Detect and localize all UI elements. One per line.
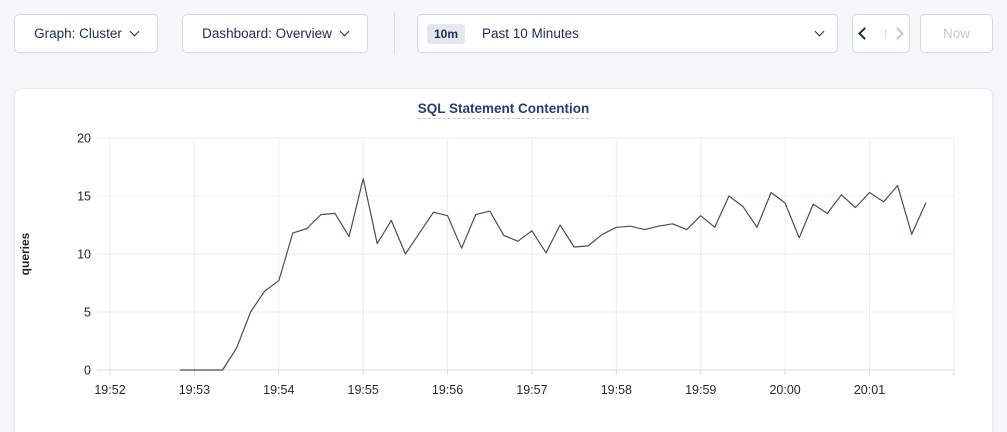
graph-dropdown[interactable]: Graph: Cluster: [14, 14, 158, 53]
x-tick-label: 19:53: [179, 383, 210, 397]
y-tick-label: 15: [77, 190, 91, 204]
y-tick-label: 10: [77, 248, 91, 262]
dashboard-dropdown[interactable]: Dashboard: Overview: [182, 14, 368, 53]
x-tick-label: 20:01: [854, 383, 885, 397]
time-nav-group: [852, 14, 910, 53]
chevron-down-icon: [129, 27, 139, 37]
series-line-queries: [180, 179, 926, 370]
x-tick-label: 19:52: [94, 383, 125, 397]
time-range-dropdown[interactable]: 10m Past 10 Minutes: [417, 14, 838, 53]
now-button: Now: [920, 14, 993, 53]
x-tick-label: 19:56: [432, 383, 463, 397]
y-axis-label: queries: [18, 232, 32, 275]
chevron-right-icon: [891, 27, 904, 40]
x-tick-label: 19:54: [263, 383, 294, 397]
chevron-left-icon: [858, 27, 871, 40]
y-tick-label: 5: [84, 306, 91, 320]
y-tick-label: 0: [84, 364, 91, 378]
next-time-button: [885, 29, 909, 38]
chevron-down-icon: [339, 27, 349, 37]
y-tick-label: 20: [77, 132, 91, 146]
graph-dropdown-label: Graph: Cluster: [34, 26, 122, 41]
toolbar-divider: [394, 12, 395, 54]
dashboard-dropdown-label: Dashboard: Overview: [202, 26, 332, 41]
time-range-label: Past 10 Minutes: [482, 26, 579, 41]
screen: Graph: Cluster Dashboard: Overview 10m P…: [0, 0, 1007, 432]
x-tick-label: 20:00: [769, 383, 800, 397]
x-tick-label: 19:58: [601, 383, 632, 397]
chart-panel: SQL Statement Contention 19:5219:5319:54…: [14, 88, 993, 432]
contention-chart: 19:52 19:53 19:54 19:55 19:56 19:57 19:58 19:59…: [15, 89, 992, 432]
chevron-down-icon: [815, 27, 825, 37]
x-tick-label: 19:59: [685, 383, 716, 397]
prev-time-button[interactable]: [853, 29, 876, 38]
time-range-badge: 10m: [427, 24, 465, 44]
x-tick-label: 19:57: [516, 383, 547, 397]
x-tick-label: 19:55: [348, 383, 379, 397]
